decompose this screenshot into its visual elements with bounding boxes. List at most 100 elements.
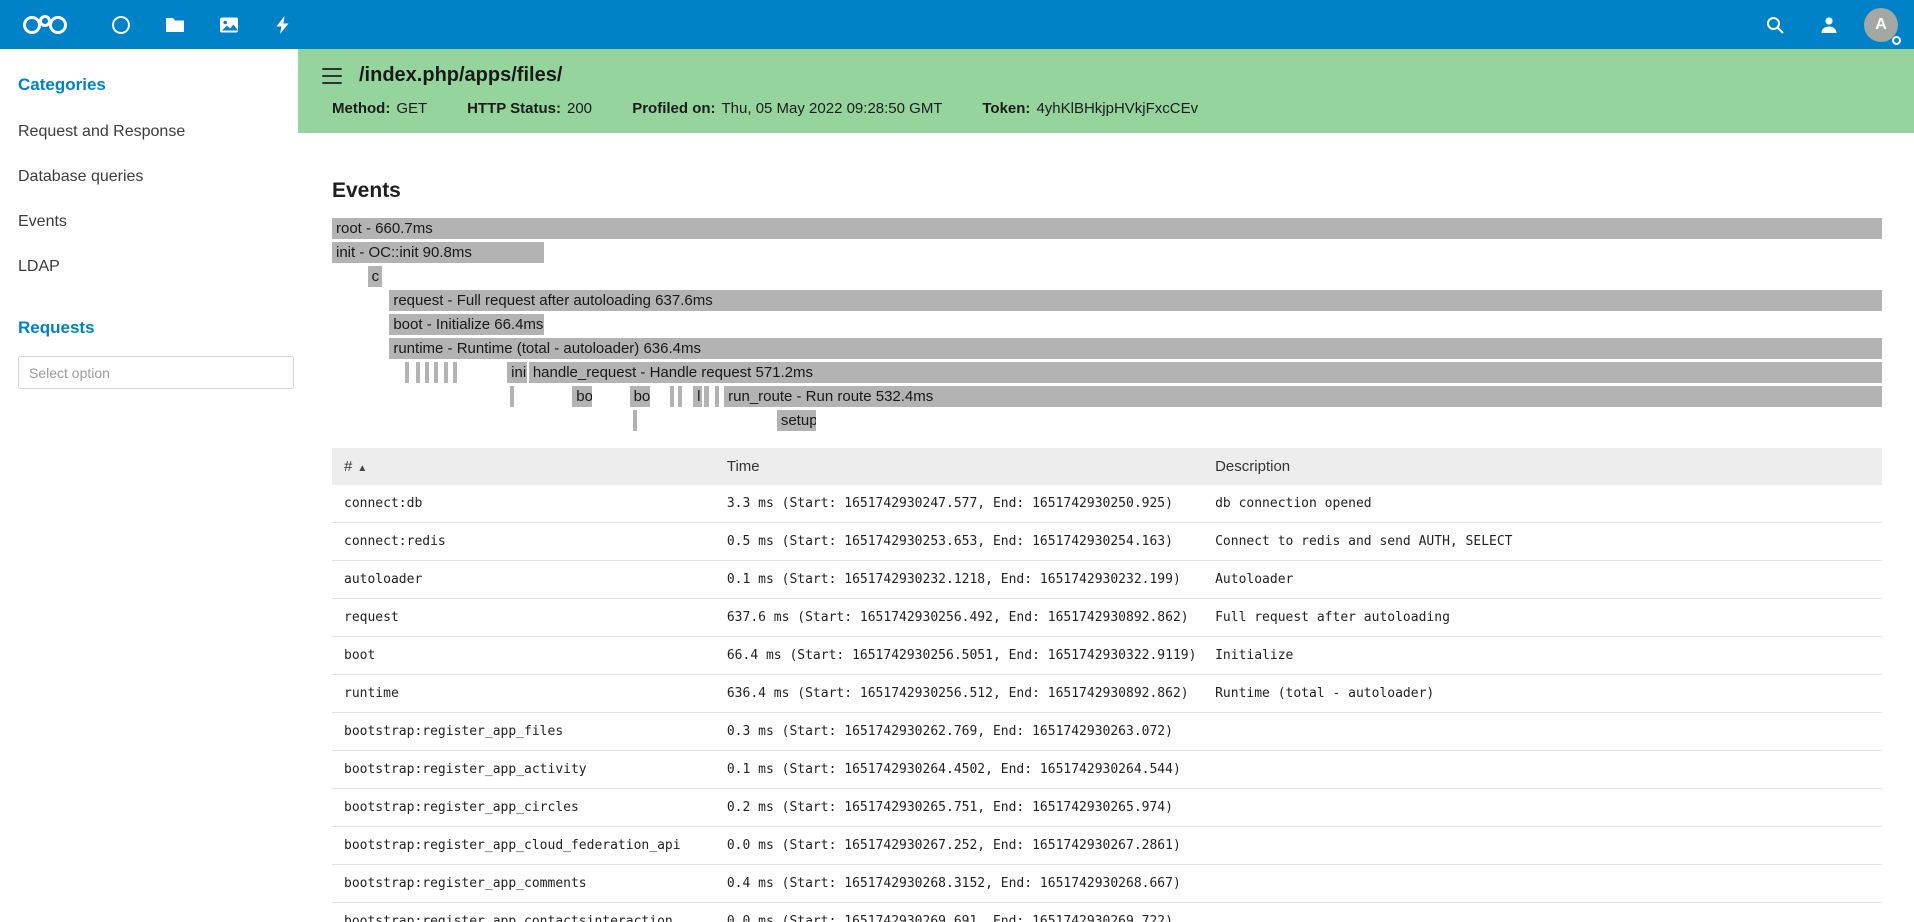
event-description-cell: Connect to redis and send AUTH, SELECT <box>1203 523 1882 561</box>
column-header-number-label: # <box>344 458 352 475</box>
table-row: bootstrap:register_app_activity0.1 ms (S… <box>332 751 1882 789</box>
timeline-bar <box>444 362 448 383</box>
table-row: bootstrap:register_app_circles0.2 ms (St… <box>332 789 1882 827</box>
timeline-row: c <box>332 266 1882 287</box>
requests-heading: Requests <box>18 318 298 338</box>
timeline-bar <box>510 386 514 407</box>
table-row: bootstrap:register_app_contactsinteracti… <box>332 903 1882 922</box>
sidebar: Categories Request and Response Database … <box>0 49 298 922</box>
category-list: Request and Response Database queries Even… <box>18 123 298 276</box>
contacts-button[interactable] <box>1802 0 1856 49</box>
events-heading: Events <box>332 179 1882 203</box>
timeline-bar <box>453 362 457 383</box>
app-icon-photos[interactable] <box>202 0 256 49</box>
nextcloud-logo[interactable] <box>0 13 94 37</box>
sidebar-item-events[interactable]: Events <box>18 213 298 231</box>
meta-profiled-on-label: Profiled on: <box>632 100 715 117</box>
meta-method-value: GET <box>396 100 427 117</box>
timeline-bar: l <box>715 386 720 407</box>
event-name-cell: autoloader <box>332 561 715 599</box>
meta-http-status-label: HTTP Status: <box>467 100 561 117</box>
timeline-bar: boot - Initialize 66.4ms <box>389 314 544 335</box>
timeline-bar: bo <box>630 386 650 407</box>
event-description-cell <box>1203 789 1882 827</box>
timeline-bar: request - Full request after autoloading… <box>389 290 1882 311</box>
timeline-bar <box>633 410 637 431</box>
events-table-body: connect:db3.3 ms (Start: 1651742930247.5… <box>332 485 1882 922</box>
column-header-time[interactable]: Time <box>715 448 1203 485</box>
timeline-bar: root - 660.7ms <box>332 218 1882 239</box>
timeline-bar <box>434 362 438 383</box>
meta-method: Method:GET <box>332 100 431 117</box>
sidebar-item-ldap[interactable]: LDAP <box>18 258 298 276</box>
sort-asc-icon: ▲ <box>357 463 367 474</box>
events-timeline: root - 660.7msinit - OC::init 90.8mscreq… <box>332 218 1882 431</box>
profile-meta: Method:GET HTTP Status: 200 Profiled on: T… <box>332 100 1914 117</box>
event-name-cell: connect:db <box>332 485 715 523</box>
table-row: connect:redis0.5 ms (Start: 165174293025… <box>332 523 1882 561</box>
menu-toggle-button[interactable] <box>322 68 342 84</box>
meta-token: Token:4yhKlBHkjpHVkjFxcCEv <box>982 100 1198 117</box>
content: /index.php/apps/files/ Method:GET HTTP S… <box>298 49 1914 922</box>
timeline-bar: run_route - Run route 532.4ms <box>724 386 1882 407</box>
meta-http-status: HTTP Status: 200 <box>467 100 596 117</box>
timeline-bar <box>416 362 420 383</box>
timeline-bar: bo <box>572 386 592 407</box>
timeline-bar: c <box>368 266 382 287</box>
table-row: bootstrap:register_app_comments0.4 ms (S… <box>332 865 1882 903</box>
app-icon-files[interactable] <box>148 0 202 49</box>
event-name-cell: bootstrap:register_app_activity <box>332 751 715 789</box>
event-name-cell: bootstrap:register_app_contactsinteracti… <box>332 903 715 922</box>
timeline-bar: handle_request - Handle request 571.2ms <box>529 362 1882 383</box>
event-time-cell: 0.1 ms (Start: 1651742930232.1218, End: … <box>715 561 1203 599</box>
page-title: /index.php/apps/files/ <box>359 64 562 87</box>
lightning-icon <box>273 15 293 35</box>
meta-profiled-on-value: Thu, 05 May 2022 09:28:50 GMT <box>722 100 943 117</box>
event-name-cell: bootstrap:register_app_circles <box>332 789 715 827</box>
timeline-row: boot - Initialize 66.4ms <box>332 314 1882 335</box>
search-icon <box>1765 15 1785 35</box>
app-icon-dashboard[interactable] <box>94 0 148 49</box>
user-avatar[interactable]: A <box>1864 8 1898 42</box>
event-description-cell: Initialize <box>1203 637 1882 675</box>
timeline-bar <box>678 386 682 407</box>
table-row: runtime636.4 ms (Start: 1651742930256.51… <box>332 675 1882 713</box>
timeline-row: inihandle_request - Handle request 571.2… <box>332 362 1882 383</box>
search-button[interactable] <box>1748 0 1802 49</box>
timeline-bar: l <box>693 386 702 407</box>
event-name-cell: boot <box>332 637 715 675</box>
timeline-bar: setup <box>777 410 816 431</box>
timeline-bar: ini <box>507 362 527 383</box>
sidebar-item-database-queries[interactable]: Database queries <box>18 168 298 186</box>
event-time-cell: 0.0 ms (Start: 1651742930269.691, End: 1… <box>715 903 1203 922</box>
event-time-cell: 0.1 ms (Start: 1651742930264.4502, End: … <box>715 751 1203 789</box>
table-row: boot66.4 ms (Start: 1651742930256.5051, … <box>332 637 1882 675</box>
event-time-cell: 0.4 ms (Start: 1651742930268.3152, End: … <box>715 865 1203 903</box>
request-select[interactable]: Select option <box>18 356 294 389</box>
event-time-cell: 637.6 ms (Start: 1651742930256.492, End:… <box>715 599 1203 637</box>
event-time-cell: 3.3 ms (Start: 1651742930247.577, End: 1… <box>715 485 1203 523</box>
profile-header: /index.php/apps/files/ Method:GET HTTP S… <box>298 49 1914 133</box>
timeline-row: setup <box>332 410 1882 431</box>
column-header-number[interactable]: #▲ <box>332 448 715 485</box>
hamburger-icon <box>322 68 342 70</box>
avatar-letter: A <box>1875 16 1887 34</box>
table-header-row: #▲ Time Description <box>332 448 1882 485</box>
event-time-cell: 0.0 ms (Start: 1651742930267.252, End: 1… <box>715 827 1203 865</box>
table-row: request637.6 ms (Start: 1651742930256.49… <box>332 599 1882 637</box>
event-description-cell <box>1203 827 1882 865</box>
image-icon <box>219 15 239 35</box>
timeline-bar <box>425 362 429 383</box>
table-row: connect:db3.3 ms (Start: 1651742930247.5… <box>332 485 1882 523</box>
column-header-description[interactable]: Description <box>1203 448 1882 485</box>
categories-heading: Categories <box>18 75 298 95</box>
app-icon-activity[interactable] <box>256 0 310 49</box>
event-time-cell: 0.3 ms (Start: 1651742930262.769, End: 1… <box>715 713 1203 751</box>
events-table: #▲ Time Description connect:db3.3 ms (St… <box>332 448 1882 922</box>
topbar: A <box>0 0 1914 49</box>
event-description-cell <box>1203 751 1882 789</box>
timeline-bar: runtime - Runtime (total - autoloader) 6… <box>389 338 1882 359</box>
meta-http-status-value: 200 <box>567 100 592 117</box>
event-description-cell: Runtime (total - autoloader) <box>1203 675 1882 713</box>
sidebar-item-request-and-response[interactable]: Request and Response <box>18 123 298 141</box>
